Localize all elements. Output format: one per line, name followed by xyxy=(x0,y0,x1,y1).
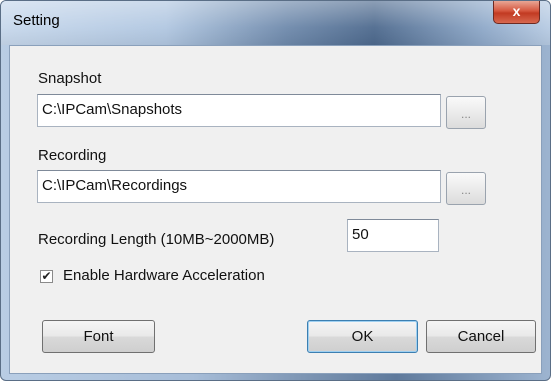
close-button[interactable]: x xyxy=(493,1,540,24)
hardware-acceleration-label: Enable Hardware Acceleration xyxy=(63,267,265,284)
snapshot-path-input[interactable]: C:\IPCam\Snapshots xyxy=(37,94,441,127)
close-icon: x xyxy=(512,3,521,19)
font-button[interactable]: Font xyxy=(42,320,155,353)
ok-button[interactable]: OK xyxy=(307,320,418,353)
hardware-acceleration-checkbox[interactable]: ✔ xyxy=(40,270,53,283)
cancel-button[interactable]: Cancel xyxy=(426,320,536,353)
snapshot-label: Snapshot xyxy=(38,70,102,87)
setting-dialog: Setting x Snapshot C:\IPCam\Snapshots ..… xyxy=(0,0,551,381)
title-bar[interactable]: Setting x xyxy=(1,1,550,45)
recording-length-input[interactable]: 50 xyxy=(347,219,439,252)
recording-length-label: Recording Length (10MB~2000MB) xyxy=(38,231,275,248)
snapshot-browse-button[interactable]: ... xyxy=(446,96,486,129)
ellipsis-icon: ... xyxy=(460,183,471,197)
recording-path-input[interactable]: C:\IPCam\Recordings xyxy=(37,170,441,203)
recording-label: Recording xyxy=(38,147,107,164)
checkmark-icon: ✔ xyxy=(41,269,52,283)
window-title: Setting xyxy=(13,12,60,29)
dialog-body: Snapshot C:\IPCam\Snapshots ... Recordin… xyxy=(9,45,542,374)
ellipsis-icon: ... xyxy=(460,107,471,121)
recording-browse-button[interactable]: ... xyxy=(446,172,486,205)
